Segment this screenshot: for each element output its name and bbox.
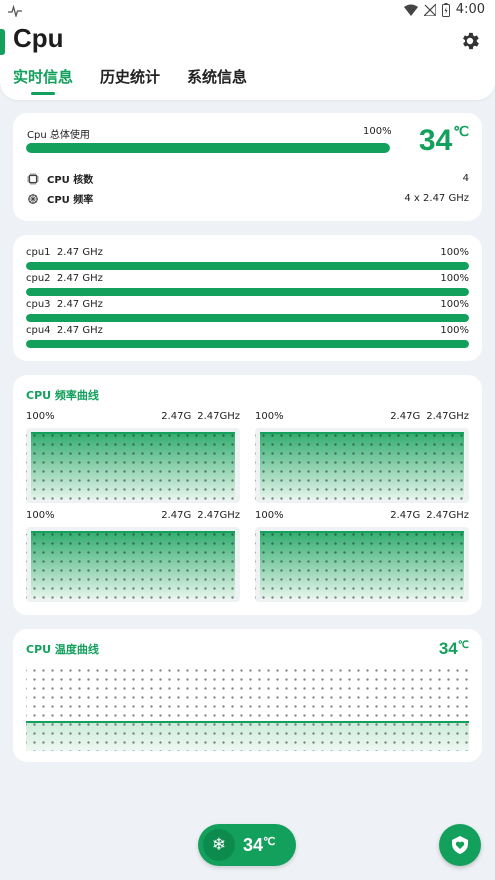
graph-area: [26, 527, 240, 602]
core-name: cpu4: [26, 325, 51, 336]
core-progress-fill: [26, 340, 469, 348]
tab-history[interactable]: 历史统计: [100, 66, 160, 87]
graph-percent: 100%: [255, 510, 284, 521]
no-signal-icon: [423, 3, 436, 16]
cooling-temperature-value: 34: [243, 834, 264, 855]
frequency-chip-icon: [28, 193, 38, 204]
temperature-value: 34: [418, 124, 453, 157]
frequency-graph: 100% 2.47G 2.47GHz: [26, 510, 240, 602]
cores-value: 4: [462, 173, 469, 184]
battery-icon: [441, 2, 450, 17]
frequency-curve-card: CPU 频率曲线 100% 2.47G 2.47GHz 100% 2.47G 2.47G…: [13, 375, 482, 615]
core-percent: 100%: [440, 325, 469, 336]
cores-label: CPU 核数: [47, 175, 94, 186]
core-progress-fill: [26, 314, 469, 322]
frequency-row: CPU 频率 4 x 2.47 GHz: [27, 191, 469, 206]
frequency-curve-title: CPU 频率曲线: [26, 389, 99, 402]
graph-dot-grid: [26, 527, 240, 602]
graph-area: [255, 527, 469, 602]
core-item: cpu2 2.47 GHz 100%: [26, 273, 469, 296]
usage-progress-fill: [26, 143, 390, 153]
core-freq: 2.47 GHz: [56, 325, 103, 336]
core-freq: 2.47 GHz: [56, 273, 103, 284]
core-name: cpu1: [26, 247, 51, 258]
temperature-graph: [26, 663, 469, 751]
cpu-cores-card: cpu1 2.47 GHz 100% cpu2 2.47 GHz 100% cpu3…: [13, 235, 482, 361]
cpu-overview-card: Cpu 总体使用 100% 34℃ CPU 核数 4 CPU 频率 4 x 2.…: [13, 113, 482, 221]
graph-max-freq: 2.47GHz: [426, 510, 469, 521]
graph-max-freq: 2.47GHz: [197, 411, 240, 422]
temperature-curve-unit: ℃: [457, 640, 469, 651]
graph-percent: 100%: [26, 510, 55, 521]
core-progress-bar: [26, 262, 469, 270]
tab-realtime[interactable]: 实时信息: [13, 66, 73, 95]
cpu-temperature: 34℃: [419, 123, 469, 158]
core-progress-bar: [26, 314, 469, 322]
core-name: cpu2: [26, 273, 51, 284]
frequency-graph: 100% 2.47G 2.47GHz: [26, 411, 240, 503]
temperature-curve-value: 34℃: [439, 639, 469, 659]
core-freq: 2.47 GHz: [56, 299, 103, 310]
usage-percent: 100%: [363, 126, 392, 137]
status-bar: 4:00: [0, 0, 495, 22]
core-progress-fill: [26, 288, 469, 296]
cooling-button[interactable]: ❄ 34℃: [198, 824, 296, 866]
core-percent: 100%: [440, 273, 469, 284]
tab-system-info[interactable]: 系统信息: [187, 66, 247, 87]
core-progress-fill: [26, 262, 469, 270]
core-item: cpu3 2.47 GHz 100%: [26, 299, 469, 322]
heart-shield-button[interactable]: [439, 824, 481, 866]
page-title: Cpu: [13, 23, 64, 53]
wifi-icon: [403, 4, 418, 16]
graph-dot-grid: [26, 663, 469, 751]
graph-max-freq: 2.47GHz: [426, 411, 469, 422]
graph-dot-grid: [255, 428, 469, 503]
core-freq: 2.47 GHz: [56, 247, 103, 258]
core-item: cpu4 2.47 GHz 100%: [26, 325, 469, 348]
frequency-value: 4 x 2.47 GHz: [404, 193, 469, 204]
graph-current-freq: 2.47G: [161, 411, 192, 422]
heart-shield-icon: [452, 836, 468, 854]
cores-row: CPU 核数 4: [27, 171, 469, 186]
temperature-curve-title: CPU 温度曲线: [26, 643, 99, 656]
frequency-label: CPU 频率: [47, 195, 94, 206]
core-item: cpu1 2.47 GHz 100%: [26, 247, 469, 270]
cooling-temperature: 34℃: [243, 835, 275, 856]
tab-bar: 实时信息 历史统计 系统信息: [13, 66, 274, 95]
graph-current-freq: 2.47G: [390, 411, 421, 422]
usage-label: Cpu 总体使用: [27, 130, 90, 141]
graph-area: [255, 428, 469, 503]
temperature-curve-number: 34: [438, 639, 458, 658]
core-progress-bar: [26, 288, 469, 296]
title-accent-bar: [0, 29, 5, 55]
gear-icon[interactable]: [459, 30, 481, 52]
core-progress-bar: [26, 340, 469, 348]
graph-current-freq: 2.47G: [390, 510, 421, 521]
graph-dot-grid: [26, 428, 240, 503]
core-percent: 100%: [440, 299, 469, 310]
clock: 4:00: [455, 2, 485, 17]
app-header: Cpu 实时信息 历史统计 系统信息: [0, 22, 495, 100]
pulse-icon: [8, 5, 22, 17]
snowflake-icon: ❄: [203, 829, 235, 861]
graph-dot-grid: [255, 527, 469, 602]
cooling-temperature-unit: ℃: [263, 835, 276, 848]
temperature-curve-card: CPU 温度曲线 34℃: [13, 629, 482, 762]
chip-icon: [27, 173, 39, 184]
graph-percent: 100%: [26, 411, 55, 422]
frequency-graph: 100% 2.47G 2.47GHz: [255, 510, 469, 602]
temperature-unit: ℃: [453, 123, 469, 139]
graph-area: [26, 428, 240, 503]
graph-percent: 100%: [255, 411, 284, 422]
usage-progress-bar: [26, 143, 390, 153]
core-name: cpu3: [26, 299, 51, 310]
frequency-graph: 100% 2.47G 2.47GHz: [255, 411, 469, 503]
graph-current-freq: 2.47G: [161, 510, 192, 521]
core-percent: 100%: [440, 247, 469, 258]
graph-max-freq: 2.47GHz: [197, 510, 240, 521]
